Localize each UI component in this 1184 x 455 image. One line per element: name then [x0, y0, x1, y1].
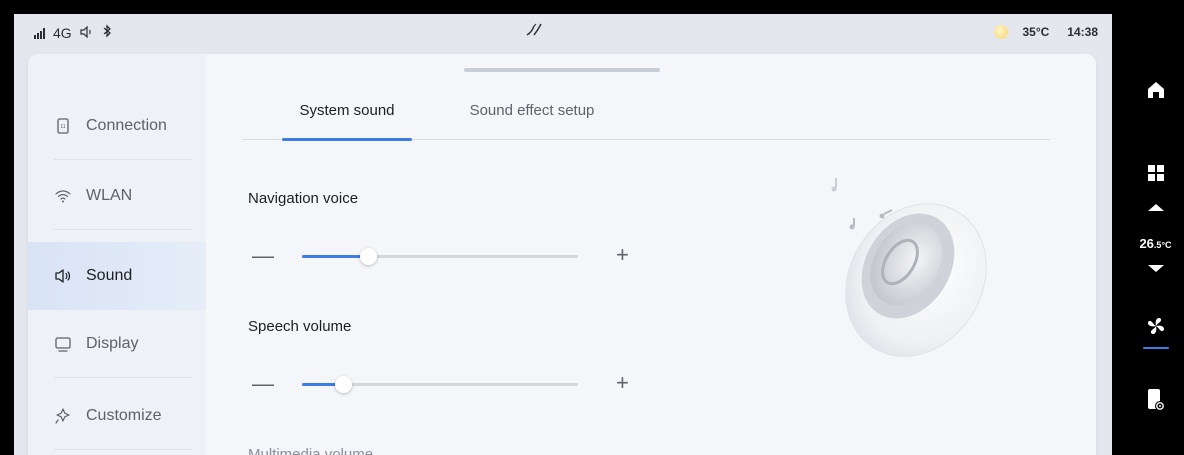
speech-volume-label: Speech volume [248, 318, 352, 335]
sidebar-item-wlan[interactable]: WLAN [28, 162, 206, 230]
bluetooth-icon [102, 24, 112, 41]
tab-active-indicator [282, 138, 412, 141]
slider-thumb[interactable] [335, 376, 352, 393]
temperature-up-button[interactable] [1127, 200, 1184, 218]
speaker-icon [80, 25, 94, 41]
speaker-icon [54, 267, 72, 285]
sidebar-item-label: WLAN [86, 187, 133, 204]
settings-panel: 11 Connection WLAN Sound Display Customi… [28, 54, 1096, 455]
status-left: 4G [34, 24, 112, 41]
clock: 14:38 [1067, 25, 1098, 39]
sidebar-item-display[interactable]: Display [28, 310, 206, 378]
chevron-up-icon [1146, 200, 1166, 218]
fan-button[interactable] [1127, 316, 1184, 349]
decrease-button[interactable]: — [252, 245, 274, 267]
slider-fill [302, 255, 368, 258]
tab-sound-effect-setup[interactable]: Sound effect setup [442, 102, 622, 140]
main-screen: 4G 35°C 14:38 11 Connection WLAN Sound D… [14, 14, 1112, 455]
status-bar: 4G 35°C 14:38 [14, 14, 1112, 52]
sound-settings-content: System sound Sound effect setup Navigati… [206, 54, 1096, 455]
signal-icon [34, 27, 45, 39]
navigation-voice-slider[interactable]: — + [248, 243, 648, 268]
cabin-temperature: 26.5°C [1139, 236, 1172, 251]
weather-sun-icon [994, 25, 1009, 39]
wifi-icon [54, 187, 72, 205]
home-button[interactable] [1127, 80, 1184, 105]
fan-icon [1146, 316, 1166, 341]
status-right: 35°C 14:38 [994, 25, 1098, 39]
vehicle-control-rail: 26.5°C [1127, 0, 1184, 455]
temperature-down-button[interactable] [1127, 262, 1184, 280]
svg-text:11: 11 [60, 124, 65, 130]
apps-grid-icon [1147, 164, 1165, 187]
sidebar-item-label: Connection [86, 117, 167, 134]
sidebar-item-label: Customize [86, 407, 162, 424]
navigation-voice-label: Navigation voice [248, 190, 359, 207]
apps-button[interactable] [1127, 164, 1184, 187]
increase-button[interactable]: + [616, 371, 629, 395]
outside-temperature: 35°C [1022, 25, 1050, 39]
sidebar-item-customize[interactable]: Customize [28, 382, 206, 450]
wiper-icon [524, 20, 544, 43]
sparkle-icon [54, 407, 72, 425]
decrease-button[interactable]: — [252, 373, 274, 395]
sidebar: 11 Connection WLAN Sound Display Customi… [28, 54, 206, 455]
sidebar-item-label: Sound [86, 267, 133, 284]
tab-system-sound[interactable]: System sound [282, 102, 412, 141]
tab-label: Sound effect setup [469, 102, 595, 119]
weather: 35°C [994, 25, 1049, 39]
slider-track[interactable] [302, 248, 578, 265]
monitor-icon [54, 335, 72, 353]
sidebar-item-label: Display [86, 335, 139, 352]
multimedia-volume-label: Multimedia volume [248, 446, 374, 455]
phone-icon: 11 [54, 117, 72, 135]
home-icon [1146, 80, 1166, 105]
sidebar-item-connection[interactable]: 11 Connection [28, 92, 206, 160]
tab-bar: System sound Sound effect setup [242, 102, 1050, 141]
phone-settings-icon [1146, 388, 1166, 417]
slider-thumb[interactable] [360, 248, 377, 265]
drag-handle[interactable] [464, 68, 660, 72]
tab-label: System sound [299, 102, 395, 119]
fan-active-indicator [1142, 347, 1169, 349]
sidebar-item-sound[interactable]: Sound [28, 242, 206, 310]
increase-button[interactable]: + [616, 243, 629, 267]
chevron-down-icon [1146, 262, 1166, 280]
speech-volume-slider[interactable]: — + [248, 371, 648, 396]
slider-track[interactable] [302, 376, 578, 393]
phone-settings-button[interactable] [1127, 388, 1184, 417]
speaker-illustration [796, 170, 996, 360]
network-type: 4G [53, 24, 72, 41]
